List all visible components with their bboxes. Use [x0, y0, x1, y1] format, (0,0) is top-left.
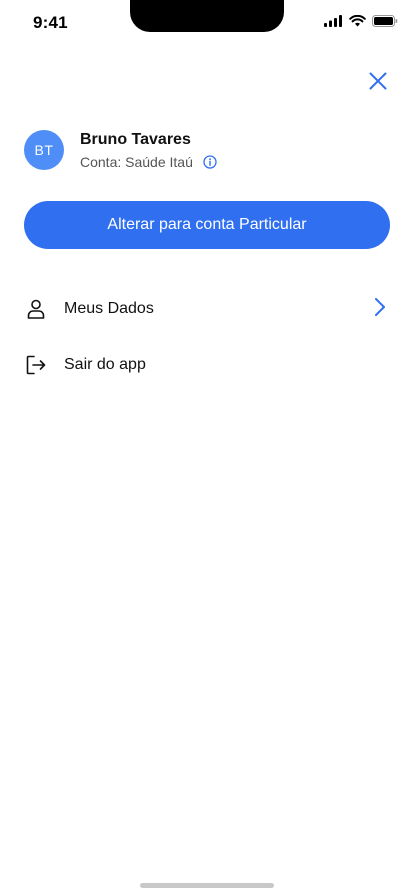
signal-icon: [324, 15, 343, 27]
battery-icon: [372, 15, 398, 27]
close-button[interactable]: [364, 69, 392, 97]
device-notch: [130, 0, 284, 32]
status-time: 9:41: [33, 13, 68, 32]
avatar: BT: [24, 130, 64, 170]
user-name: Bruno Tavares: [80, 130, 191, 148]
logout-icon: [24, 353, 48, 377]
status-icons: [324, 15, 398, 27]
menu-item-meus-dados[interactable]: Meus Dados: [24, 289, 390, 329]
switch-account-button[interactable]: Alterar para conta Particular: [24, 201, 390, 249]
profile-header: BT Bruno Tavares Conta: Saúde Itaú: [24, 128, 217, 172]
menu-item-sair-do-app[interactable]: Sair do app: [24, 345, 390, 385]
status-bar: 9:41: [0, 0, 414, 44]
avatar-initials: BT: [34, 142, 54, 158]
user-icon: [24, 297, 48, 321]
close-icon: [369, 72, 387, 95]
account-line: Conta: Saúde Itaú: [80, 153, 217, 171]
menu-item-label: Meus Dados: [64, 300, 154, 317]
info-icon[interactable]: [203, 154, 217, 169]
menu-item-label: Sair do app: [64, 356, 146, 373]
home-indicator: [140, 883, 274, 888]
wifi-icon: [349, 15, 366, 27]
profile-info: Bruno Tavares Conta: Saúde Itaú: [80, 130, 217, 171]
chevron-right-icon: [374, 297, 386, 322]
account-label: Conta: Saúde Itaú: [80, 153, 193, 170]
